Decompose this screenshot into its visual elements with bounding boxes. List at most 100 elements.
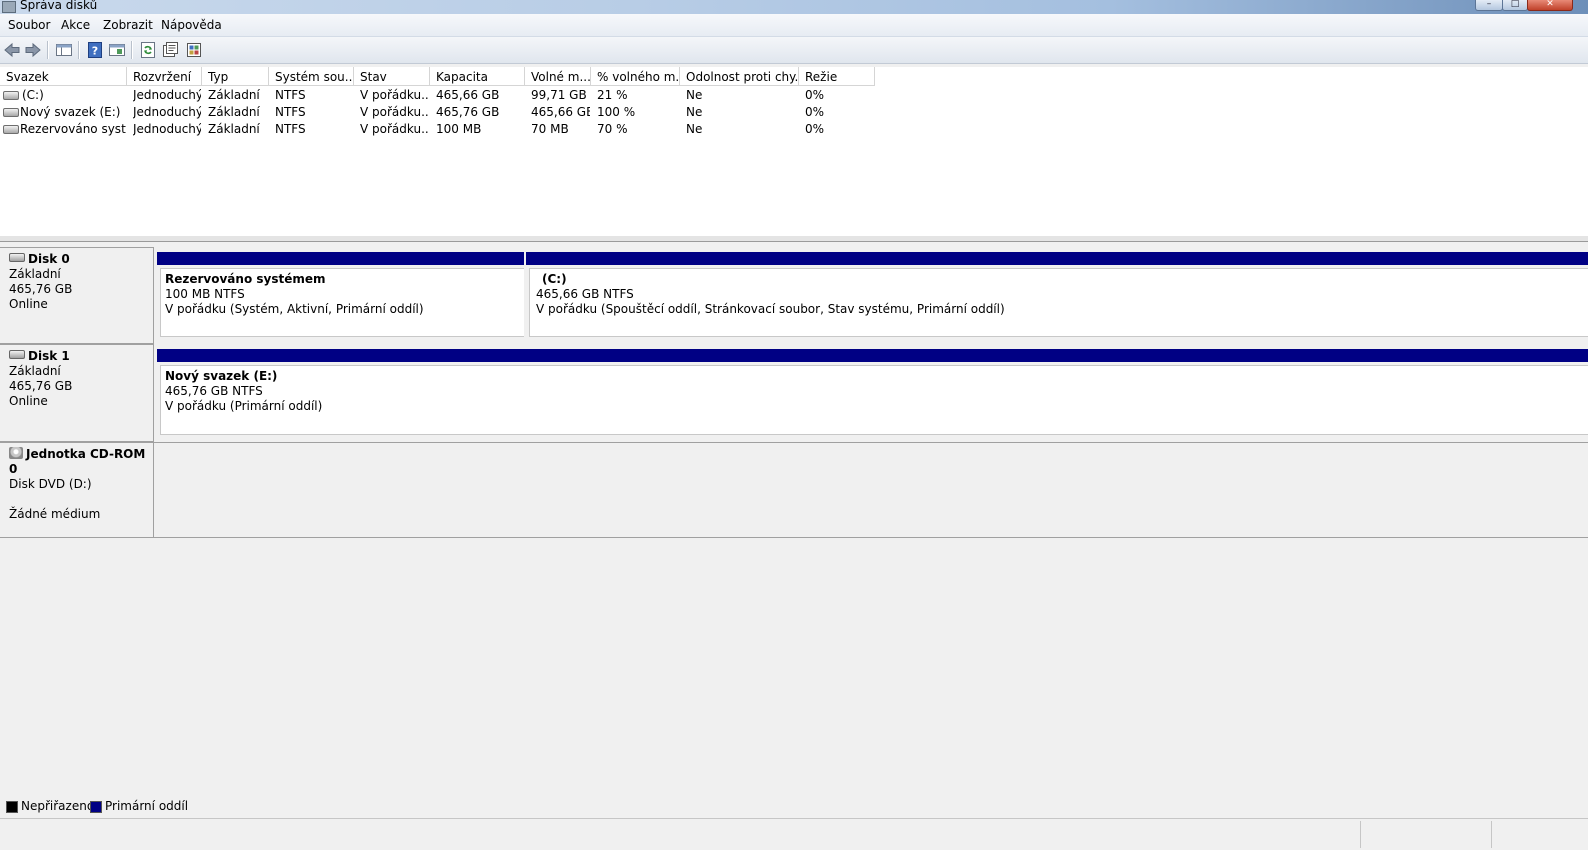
partition-c[interactable]: (C:) 465,66 GB NTFS V pořádku (Spouštěcí…	[526, 252, 1588, 337]
title-bar: Správa disků – □ ✕	[0, 0, 1588, 14]
toolbar-separator	[47, 41, 49, 59]
show-hide-tree-icon[interactable]	[55, 41, 73, 59]
menu-napoveda[interactable]: Nápověda	[161, 18, 222, 32]
partition-name: Rezervováno systémem	[165, 272, 326, 286]
cell-procento-volneho: 100 %	[597, 105, 636, 119]
help-icon[interactable]: ?	[86, 41, 104, 59]
disk-0-label[interactable]: Disk 0 Základní 465,76 GB Online	[0, 247, 154, 344]
properties-icon[interactable]	[161, 41, 179, 59]
partition-name: (C:)	[542, 272, 567, 286]
column-header-kapacita[interactable]: Kapacita	[430, 67, 525, 86]
disk-map: Disk 0 Základní 465,76 GB Online Rezervo…	[0, 243, 1588, 803]
menu-akce[interactable]: Akce	[61, 18, 90, 32]
partition-status: V pořádku (Systém, Aktivní, Primární odd…	[165, 302, 424, 316]
disk-management-icon	[2, 1, 16, 13]
volume-icon	[3, 91, 19, 100]
partition-size: 100 MB NTFS	[165, 287, 245, 301]
column-header-svazek[interactable]: Svazek	[0, 67, 127, 86]
cell-rozvrzeni: Jednoduchý	[133, 105, 201, 119]
cell-rezie: 0%	[805, 105, 825, 119]
toolbar: ?	[0, 37, 1588, 64]
menu-bar: Soubor Akce Zobrazit Nápověda	[0, 14, 1588, 37]
column-header-procento-volneho[interactable]: % volného m...	[591, 67, 680, 86]
legend: Nepřiřazeno Primární oddíl	[0, 797, 1588, 819]
console-icon[interactable]	[108, 41, 126, 59]
partition-type-bar	[157, 349, 1588, 362]
cell-stav: V pořádku...	[360, 88, 429, 102]
column-header-typ[interactable]: Typ	[202, 67, 269, 86]
disk-type: Základní	[9, 267, 61, 281]
cell-rozvrzeni: Jednoduchý	[133, 88, 201, 102]
table-row[interactable]: Nový svazek (E:) Jednoduchý Základní NTF…	[0, 104, 900, 121]
cell-volne-misto: 465,66 GB	[531, 105, 590, 119]
cell-procento-volneho: 70 %	[597, 122, 628, 136]
toolbar-separator	[78, 41, 80, 59]
svg-text:?: ?	[92, 45, 98, 58]
column-header-stav[interactable]: Stav	[354, 67, 430, 86]
cell-svazek: Nový svazek (E:)	[20, 105, 121, 119]
cell-typ: Základní	[208, 88, 260, 102]
legend-label-primary: Primární oddíl	[105, 799, 189, 813]
close-button[interactable]: ✕	[1527, 0, 1573, 11]
menu-zobrazit[interactable]: Zobrazit	[103, 18, 153, 32]
status-pane	[1360, 821, 1491, 848]
cell-stav: V pořádku...	[360, 105, 429, 119]
menu-soubor[interactable]: Soubor	[8, 18, 50, 32]
disk-name: Disk 0	[28, 252, 70, 266]
cell-svazek: Rezervováno systé...	[20, 122, 126, 136]
disk-1-label[interactable]: Disk 1 Základní 465,76 GB Online	[0, 344, 154, 442]
cell-volne-misto: 70 MB	[531, 122, 569, 136]
maximize-button[interactable]: □	[1502, 0, 1528, 11]
partition-e[interactable]: Nový svazek (E:) 465,76 GB NTFS V pořádk…	[157, 349, 1588, 435]
status-bar	[0, 818, 1588, 850]
hard-disk-icon	[9, 350, 25, 359]
cell-rezie: 0%	[805, 88, 825, 102]
cell-svazek: (C:)	[22, 88, 44, 102]
partition-status: V pořádku (Primární oddíl)	[165, 399, 323, 413]
disk-status: Online	[9, 297, 48, 311]
forward-icon[interactable]	[24, 41, 42, 59]
partition-body: (C:) 465,66 GB NTFS V pořádku (Spouštěcí…	[529, 268, 1588, 337]
minimize-button[interactable]: –	[1475, 0, 1503, 11]
column-header-odolnost[interactable]: Odolnost proti chy...	[680, 67, 799, 86]
cell-typ: Základní	[208, 105, 260, 119]
cell-procento-volneho: 21 %	[597, 88, 628, 102]
disk-size: 465,76 GB	[9, 379, 73, 393]
back-icon[interactable]	[3, 41, 21, 59]
cdrom-empty-area[interactable]	[154, 442, 1588, 538]
disk-status: Žádné médium	[9, 507, 101, 521]
partition-body: Rezervováno systémem 100 MB NTFS V pořád…	[160, 268, 524, 337]
disk-size	[9, 492, 153, 507]
disk-type: Disk DVD (D:)	[9, 477, 92, 491]
cell-volne-misto: 99,71 GB	[531, 88, 587, 102]
partition-size: 465,66 GB NTFS	[536, 287, 634, 301]
partition-status: V pořádku (Spouštěcí oddíl, Stránkovací …	[536, 302, 1005, 316]
partition-reserved[interactable]: Rezervováno systémem 100 MB NTFS V pořád…	[157, 252, 524, 337]
refresh-icon[interactable]	[139, 41, 157, 59]
volume-icon	[3, 108, 19, 117]
pane-splitter[interactable]	[0, 235, 1588, 242]
column-header-system-souboru[interactable]: Systém sou...	[269, 67, 354, 86]
column-header-rezie[interactable]: Režie	[799, 67, 875, 86]
partition-type-bar	[157, 252, 524, 265]
cell-stav: V pořádku...	[360, 122, 429, 136]
cell-kapacita: 100 MB	[436, 122, 482, 136]
partition-name: Nový svazek (E:)	[165, 369, 278, 383]
table-row[interactable]: Rezervováno systé... Jednoduchý Základní…	[0, 121, 900, 138]
cd-drive-icon	[9, 447, 23, 459]
toolbar-separator	[131, 41, 133, 59]
cdrom-0-label[interactable]: Jednotka CD-ROM 0 Disk DVD (D:) Žádné mé…	[0, 442, 154, 538]
table-row[interactable]: (C:) Jednoduchý Základní NTFS V pořádku.…	[0, 87, 900, 104]
disk-type: Základní	[9, 364, 61, 378]
partition-size: 465,76 GB NTFS	[165, 384, 263, 398]
disk-status: Online	[9, 394, 48, 408]
disk-size: 465,76 GB	[9, 282, 73, 296]
legend-swatch-primary	[90, 801, 102, 813]
cell-system-souboru: NTFS	[275, 88, 306, 102]
column-header-volne-misto[interactable]: Volné m...	[525, 67, 591, 86]
cell-typ: Základní	[208, 122, 260, 136]
column-header-rozvrzeni[interactable]: Rozvržení	[127, 67, 202, 86]
disk-properties-icon[interactable]	[185, 41, 203, 59]
hard-disk-icon	[9, 253, 25, 262]
legend-label-unallocated: Nepřiřazeno	[21, 799, 95, 813]
